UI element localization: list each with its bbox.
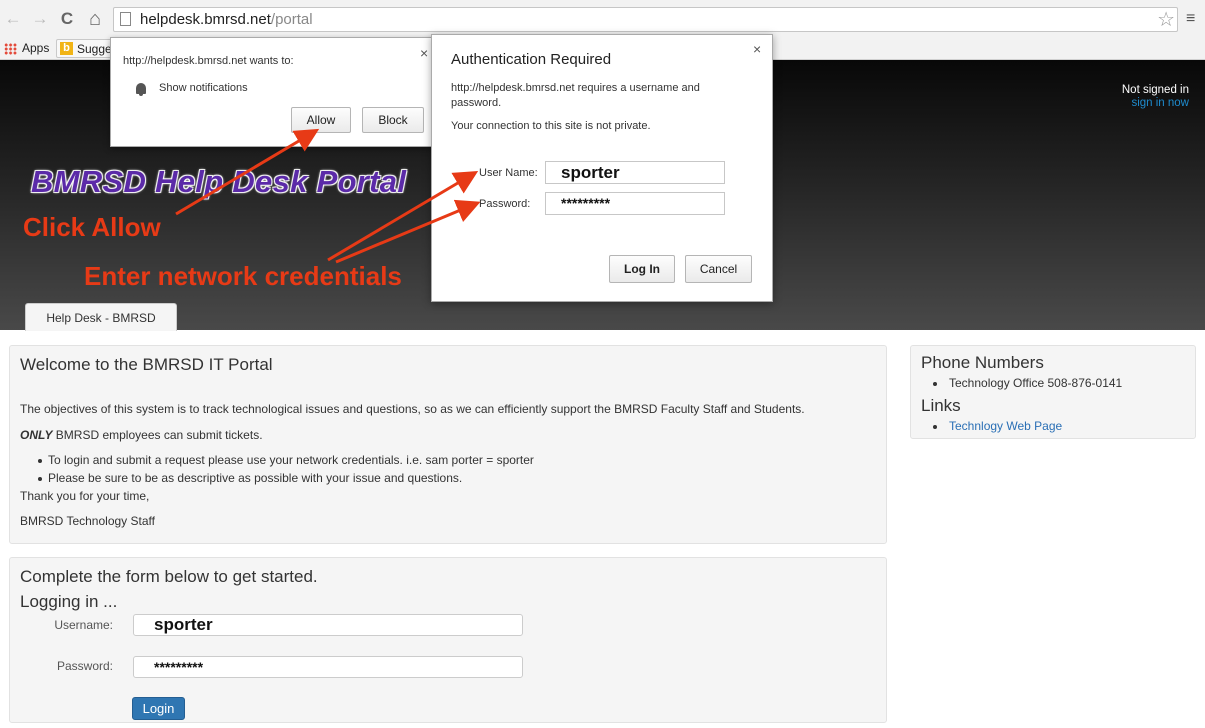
arrow-to-username xyxy=(327,170,479,262)
arrow-to-allow xyxy=(175,128,320,216)
browser-window: ← → C ⌂ helpdesk.bmrsd.net/portal ☆ ≡ Ap… xyxy=(0,0,1205,728)
annotation-arrows xyxy=(175,128,481,264)
